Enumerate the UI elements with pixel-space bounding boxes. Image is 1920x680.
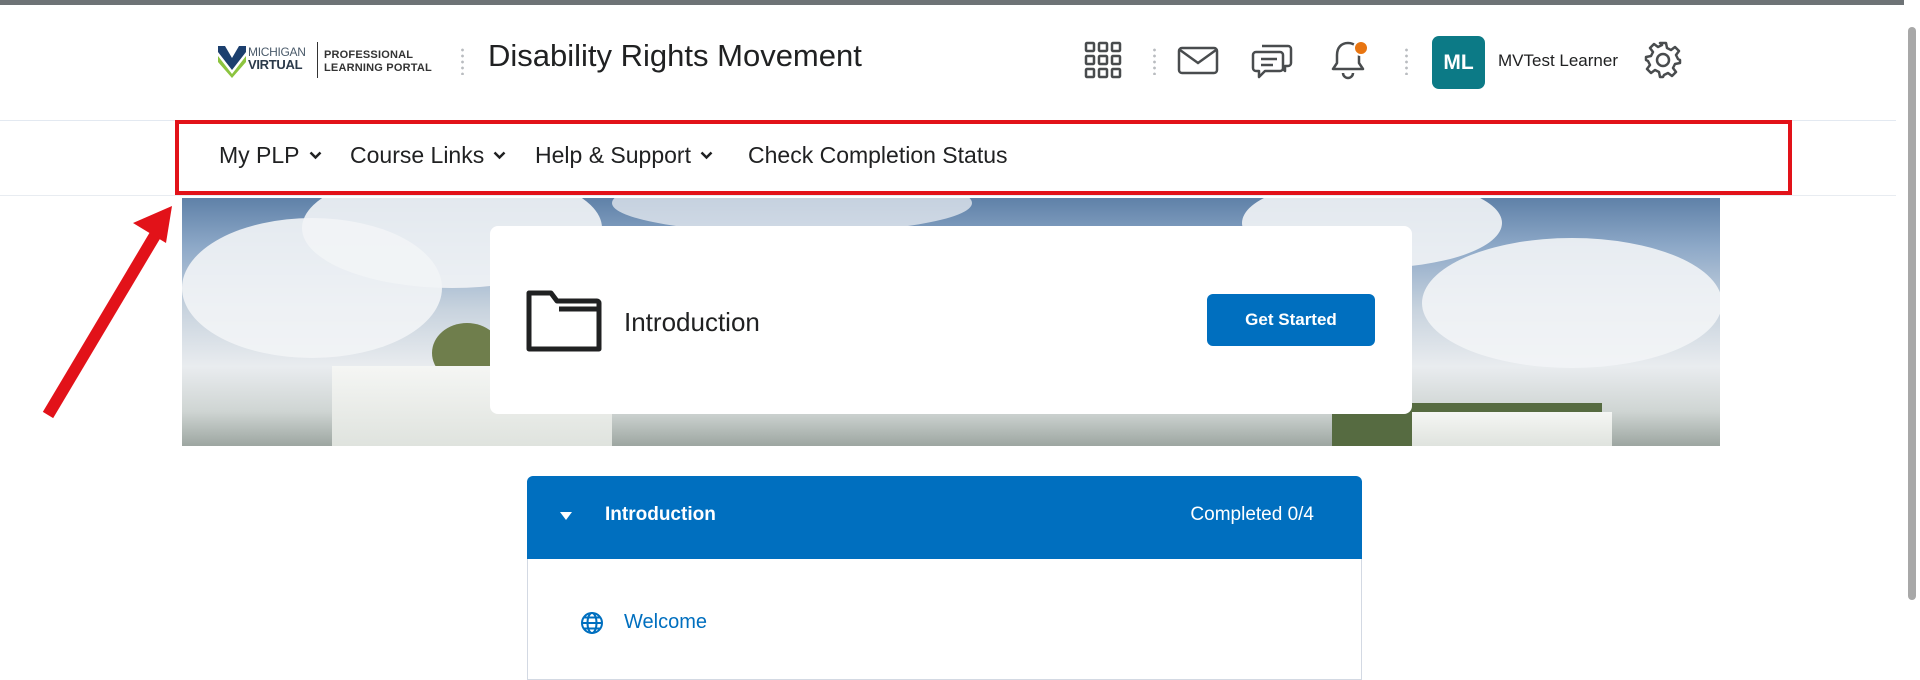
annotation-arrow xyxy=(42,206,172,419)
